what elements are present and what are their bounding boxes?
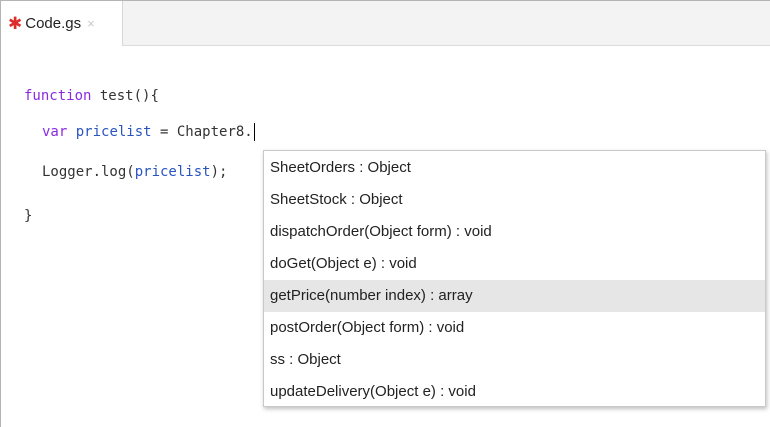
text-cursor bbox=[253, 123, 255, 141]
autocomplete-item[interactable]: postOrder(Object form) : void bbox=[264, 312, 765, 344]
unsaved-marker-icon: ✱ bbox=[8, 14, 23, 33]
code-line-1: function test(){ bbox=[24, 86, 159, 106]
script-editor-window: ✱ Code.gs × function test(){ var priceli… bbox=[0, 0, 770, 427]
close-tab-icon[interactable]: × bbox=[87, 16, 95, 31]
keyword-var: var bbox=[42, 124, 68, 140]
autocomplete-item[interactable]: doGet(Object e) : void bbox=[264, 248, 765, 280]
assignment-expression: = Chapter8. bbox=[151, 124, 253, 140]
autocomplete-item[interactable]: SheetStock : Object bbox=[264, 184, 765, 216]
autocomplete-item[interactable]: updateDelivery(Object e) : void bbox=[264, 376, 765, 408]
logger-argument: pricelist bbox=[134, 164, 211, 180]
tab-code-gs[interactable]: ✱ Code.gs × bbox=[1, 1, 123, 46]
tab-filename: Code.gs bbox=[25, 15, 82, 32]
code-line-2: var pricelist = Chapter8. bbox=[42, 122, 255, 142]
autocomplete-item[interactable]: dispatchOrder(Object form) : void bbox=[264, 216, 765, 248]
logger-call-end: ); bbox=[210, 164, 228, 180]
logger-call: Logger.log( bbox=[42, 164, 135, 180]
autocomplete-item[interactable]: SheetOrders : Object bbox=[264, 152, 765, 184]
code-line-3: Logger.log(pricelist); bbox=[42, 162, 227, 182]
code-line-4: } bbox=[24, 206, 32, 226]
function-signature: test(){ bbox=[91, 88, 159, 104]
file-tab-bar: ✱ Code.gs × bbox=[1, 1, 770, 46]
autocomplete-item-selected[interactable]: getPrice(number index) : array bbox=[264, 280, 765, 312]
autocomplete-popup: SheetOrders : Object SheetStock : Object… bbox=[263, 150, 766, 407]
closing-brace: } bbox=[24, 208, 33, 224]
keyword-function: function bbox=[24, 88, 92, 104]
variable-pricelist: pricelist bbox=[75, 124, 152, 140]
autocomplete-item[interactable]: ss : Object bbox=[264, 344, 765, 376]
